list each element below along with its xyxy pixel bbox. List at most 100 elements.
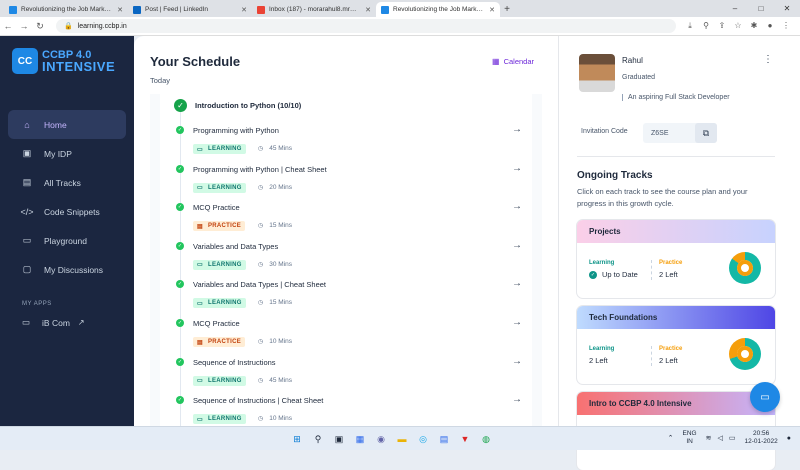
clock-icon: ◷: [258, 223, 264, 230]
ccbp-logo[interactable]: CC CCBP 4.0 INTENSIVE: [12, 48, 115, 74]
file-explorer-icon[interactable]: ▬: [393, 430, 411, 448]
arrow-right-icon[interactable]: →: [512, 278, 522, 289]
download-icon[interactable]: ⤓: [682, 21, 698, 31]
sidebar-item-home[interactable]: ⌂ Home: [8, 110, 126, 139]
schedule-item[interactable]: ✓ Programming with Python ▭ LEARNING ◷ 45 Min…: [176, 124, 526, 162]
language-indicator[interactable]: ENG IN: [683, 430, 697, 446]
zoom-icon[interactable]: ⚲: [698, 21, 714, 31]
completed-check-icon: ✓: [176, 357, 184, 366]
clock[interactable]: 20:56 12-01-2022: [745, 430, 778, 446]
arrow-right-icon[interactable]: →: [512, 317, 522, 328]
schedule-item[interactable]: ✓ Sequence of Instructions | Cheat Sheet ▭…: [176, 394, 526, 426]
arrow-right-icon[interactable]: →: [512, 163, 522, 174]
copy-icon[interactable]: ⧉: [695, 123, 717, 143]
sidebar-item-label: My IDP: [44, 148, 72, 159]
duration-text: 15 Mins: [269, 222, 293, 230]
teams-icon[interactable]: ◉: [372, 430, 390, 448]
badge-label: PRACTICE: [207, 339, 242, 345]
schedule-item[interactable]: ✓ Sequence of Instructions ▭ LEARNING ◷ 45 Mi…: [176, 356, 526, 394]
calendar-link[interactable]: ▦ Calendar: [492, 57, 534, 66]
more-options-icon[interactable]: ⋮: [763, 54, 773, 65]
ib-com-label: iB Com: [42, 317, 70, 328]
progress-ring-center: [737, 260, 753, 276]
store-icon[interactable]: ▤: [435, 430, 453, 448]
completed-check-icon: ✓: [176, 164, 184, 173]
browser-tab[interactable]: Revolutionizing the Job Market | N ✕: [376, 2, 500, 17]
chrome-icon[interactable]: ◍: [477, 430, 495, 448]
reload-icon[interactable]: ↻: [32, 21, 48, 32]
back-icon[interactable]: ←: [0, 21, 16, 31]
close-window-icon[interactable]: ✕: [774, 0, 800, 17]
schedule-item[interactable]: ✓ MCQ Practice ▤ PRACTICE ◷ 15 Mins →: [176, 201, 526, 239]
arrow-right-icon[interactable]: →: [512, 356, 522, 367]
share-icon[interactable]: ⇪: [714, 21, 730, 31]
schedule-item[interactable]: ✓ Variables and Data Types | Cheat Sheet ▭…: [176, 278, 526, 316]
sidebar-item-playground[interactable]: ▭ Playground: [8, 226, 126, 255]
sidebar-item-my-idp[interactable]: ▣ My IDP: [8, 139, 126, 168]
sidebar-item-label: Playground: [44, 235, 88, 246]
tab-close-icon[interactable]: ✕: [117, 6, 123, 14]
extensions-icon[interactable]: ✱: [746, 21, 762, 31]
new-tab-button[interactable]: +: [500, 2, 514, 17]
sidebar-item-all-tracks[interactable]: ▤ All Tracks: [8, 168, 126, 197]
browser-tab[interactable]: Inbox (187) - morarahul8.mr@gm ✕: [252, 2, 376, 17]
profile-panel: Rahul Graduated ⋮ An aspiring Full Stack…: [558, 36, 800, 470]
practice-badge: ▤ PRACTICE: [193, 221, 246, 232]
windows-start-icon[interactable]: ⊞: [288, 430, 306, 448]
search-icon[interactable]: ⚲: [309, 430, 327, 448]
arrow-right-icon[interactable]: →: [512, 240, 522, 251]
sidebar-item-code-snippets[interactable]: </> Code Snippets: [8, 197, 126, 226]
browser-tab[interactable]: Post | Feed | LinkedIn ✕: [128, 2, 252, 17]
profile-icon[interactable]: ●: [762, 21, 778, 31]
url-field[interactable]: 🔒 learning.ccbp.in: [56, 19, 676, 33]
antivirus-icon[interactable]: ▼: [456, 430, 474, 448]
chat-button[interactable]: ▭: [750, 382, 780, 412]
sidebar-item-my-discussions[interactable]: ▢ My Discussions: [8, 255, 126, 284]
track-card[interactable]: Projects Learning ✓ Up to Date Practice 2 Lef…: [577, 220, 775, 298]
battery-icon[interactable]: ▭: [729, 434, 736, 442]
schedule-section-header[interactable]: ✓ Introduction to Python (10/10): [174, 99, 301, 112]
track-card[interactable]: Tech Foundations Learning 2 Left Practice 2 …: [577, 306, 775, 384]
minimize-icon[interactable]: –: [722, 0, 748, 17]
avatar[interactable]: [579, 54, 615, 92]
schedule-item[interactable]: ✓ MCQ Practice ▤ PRACTICE ◷ 10 Mins →: [176, 317, 526, 355]
arrow-right-icon[interactable]: →: [512, 124, 522, 135]
completed-check-icon: ✓: [176, 241, 184, 250]
wifi-icon[interactable]: ≋: [706, 434, 712, 442]
menu-icon[interactable]: ⋮: [778, 21, 794, 31]
schedule-item[interactable]: ✓ Programming with Python | Cheat Sheet ▭ L…: [176, 163, 526, 201]
chat-icon: ▭: [760, 391, 770, 403]
tab-favicon-icon: [133, 5, 141, 14]
widgets-icon[interactable]: ▦: [351, 430, 369, 448]
schedule-item-title: Sequence of Instructions: [193, 357, 276, 367]
tab-close-icon[interactable]: ✕: [241, 6, 247, 14]
book-icon: ▭: [197, 146, 203, 153]
task-view-icon[interactable]: ▣: [330, 430, 348, 448]
sidebar-item-ib-com[interactable]: ▭ iB Com ↗: [22, 317, 85, 328]
book-icon: ▭: [197, 185, 203, 192]
clipboard-icon: ▤: [197, 339, 203, 346]
tab-close-icon[interactable]: ✕: [365, 6, 371, 14]
schedule-item[interactable]: ✓ Variables and Data Types ▭ LEARNING ◷ 30 Mi…: [176, 240, 526, 278]
learning-status: Learning ✓ Up to Date: [589, 260, 638, 279]
time: 20:56: [753, 430, 770, 437]
maximize-icon[interactable]: □: [748, 0, 774, 17]
volume-icon[interactable]: ◁: [718, 434, 723, 442]
browser-tab[interactable]: Revolutionizing the Job Market | N ✕: [4, 2, 128, 17]
clock-icon: ◷: [258, 300, 264, 307]
forward-icon[interactable]: →: [16, 21, 32, 31]
tab-close-icon[interactable]: ✕: [489, 6, 495, 14]
chevron-up-icon[interactable]: ⌃: [668, 434, 674, 442]
learning-value-text: Up to Date: [602, 270, 638, 279]
edge-icon[interactable]: ◎: [414, 430, 432, 448]
badge-label: LEARNING: [207, 300, 242, 307]
notification-icon[interactable]: ●: [787, 435, 791, 442]
arrow-right-icon[interactable]: →: [512, 394, 522, 405]
learning-value: ✓ Up to Date: [589, 270, 638, 279]
discussions-icon: ▢: [22, 264, 32, 274]
divider: [577, 156, 775, 157]
sidebar-item-label: All Tracks: [44, 177, 81, 188]
arrow-right-icon[interactable]: →: [512, 201, 522, 212]
star-icon[interactable]: ☆: [730, 21, 746, 31]
user-tagline: An aspiring Full Stack Developer: [622, 94, 730, 101]
